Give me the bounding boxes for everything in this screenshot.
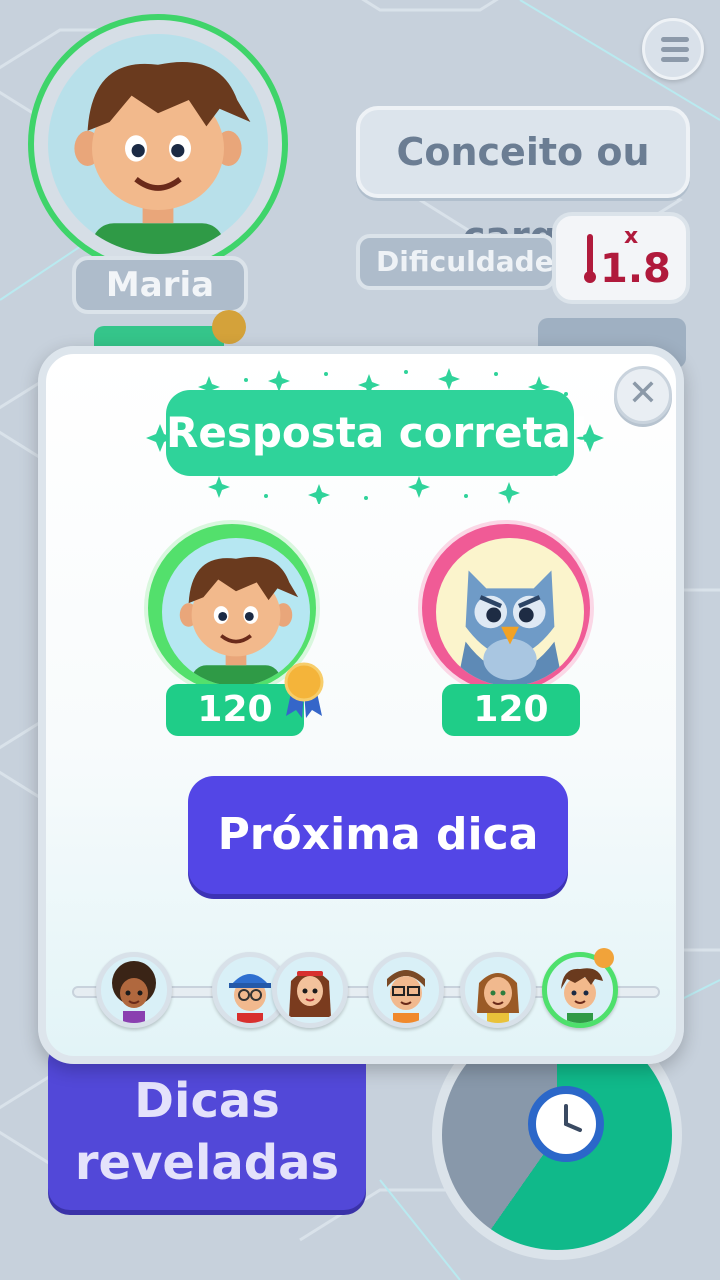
player-avatar xyxy=(28,14,288,274)
hints-label-line1: Dicas xyxy=(134,1073,280,1129)
multiplier-value: 1.8 xyxy=(600,246,671,292)
long-haired-guy-avatar-icon xyxy=(477,973,519,1023)
next-hint-button[interactable]: Próxima dica xyxy=(188,776,568,894)
turn-avatar-glasses-boy xyxy=(368,952,444,1028)
close-icon: ✕ xyxy=(627,373,659,414)
current-turn-indicator xyxy=(594,948,614,968)
difficulty-multiplier: x 1.8 xyxy=(552,212,690,304)
opponent-round-score: 120 xyxy=(442,684,580,736)
coin-icon xyxy=(212,310,246,344)
boy-avatar-icon xyxy=(74,61,251,254)
thermometer-icon xyxy=(584,234,596,283)
revealed-hints-button[interactable]: Dicas reveladas xyxy=(48,1040,366,1210)
hints-label-line2: reveladas xyxy=(74,1135,340,1191)
close-button[interactable]: ✕ xyxy=(614,366,672,424)
clock-icon xyxy=(528,1086,604,1162)
red-haired-girl-avatar-icon xyxy=(289,971,331,1017)
category-label: Conceito ou cargo xyxy=(356,106,690,258)
correct-answer-dialog: ✕ Resposta correta! 120 120 Próxima dica xyxy=(38,346,684,1064)
turn-avatar-afro-girl xyxy=(96,952,172,1028)
difficulty-label: Dificuldade xyxy=(356,234,556,290)
glasses-boy-avatar-icon xyxy=(387,970,425,1023)
player-name: Maria xyxy=(72,256,248,314)
medal-icon xyxy=(284,662,324,718)
owl-avatar-icon xyxy=(456,570,564,686)
menu-button[interactable] xyxy=(642,18,704,80)
correct-answer-banner: Resposta correta! xyxy=(166,390,590,476)
afro-girl-avatar-icon xyxy=(112,961,156,1023)
turn-avatar-long-haired-guy xyxy=(460,952,536,1028)
turn-avatar-red-haired-girl xyxy=(272,952,348,1028)
opponent-result-avatar xyxy=(418,520,594,696)
